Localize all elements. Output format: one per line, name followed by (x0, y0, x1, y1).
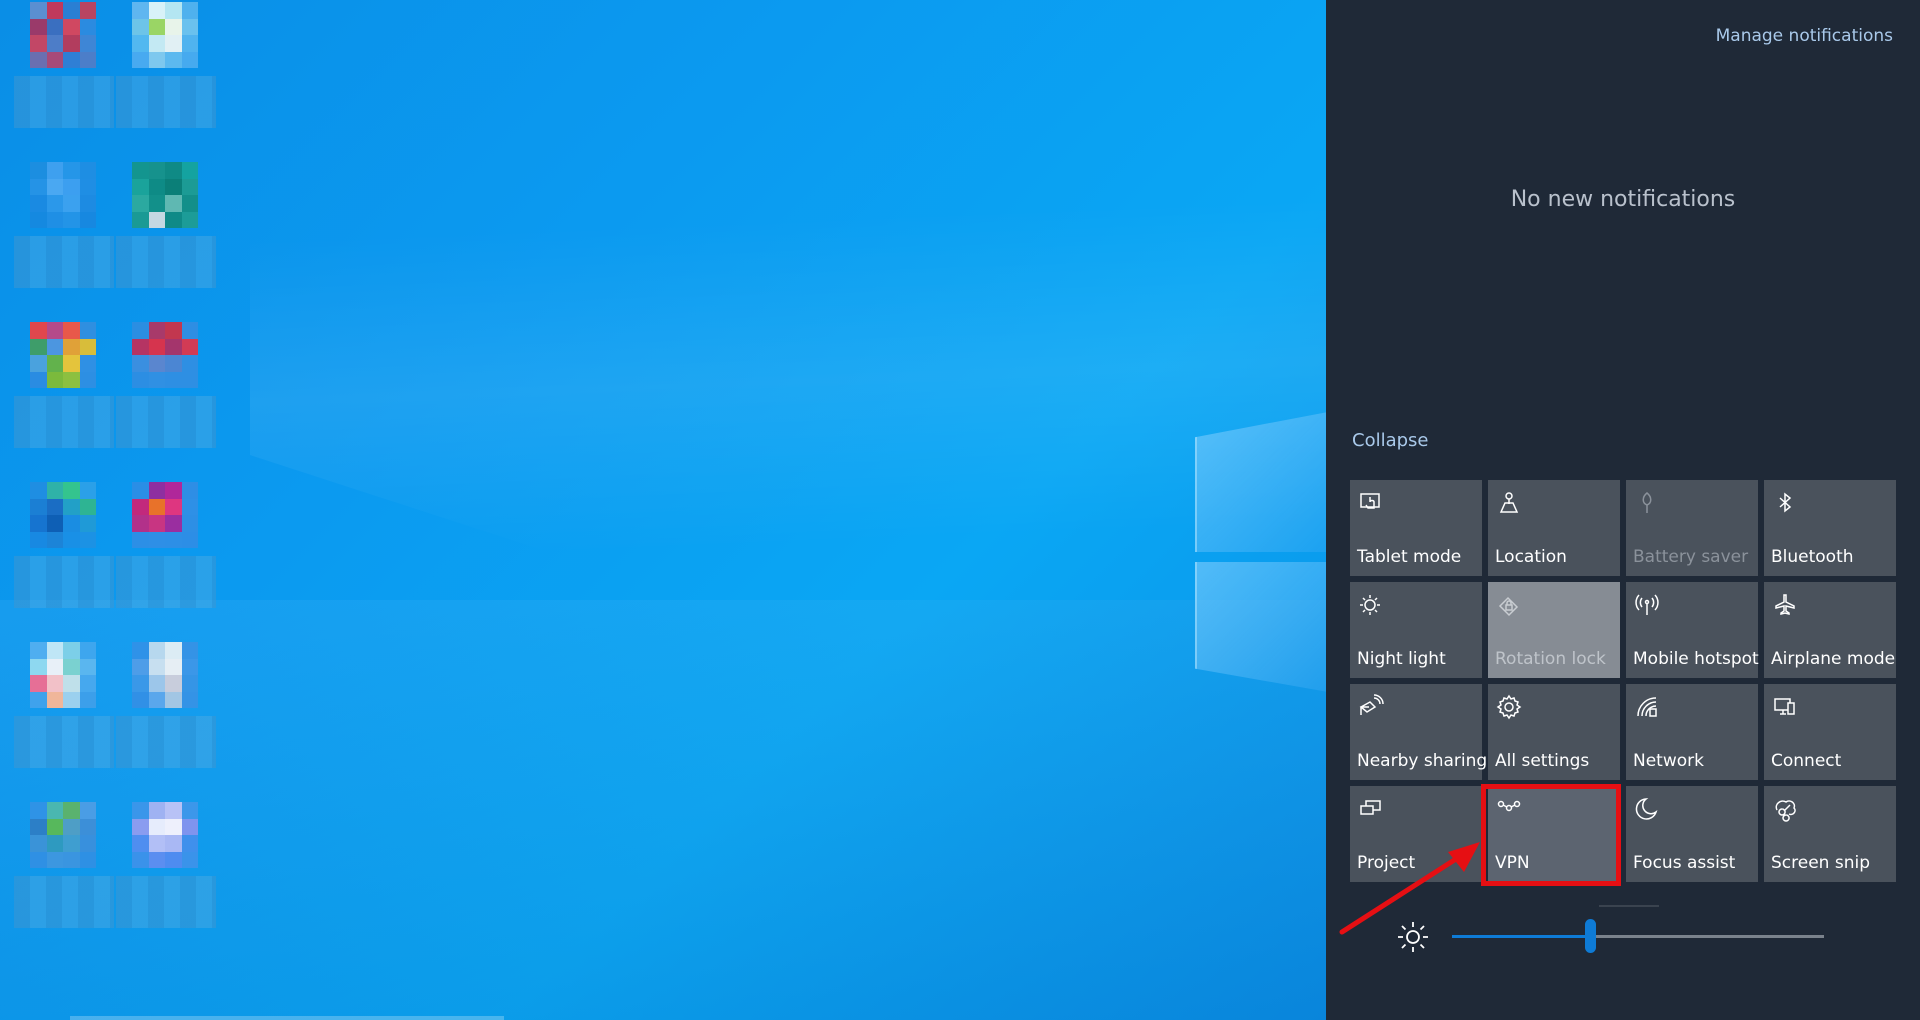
tablet-mode-icon (1358, 490, 1384, 516)
desktop-icon[interactable] (116, 2, 216, 132)
desktop-icon[interactable] (14, 802, 114, 932)
tile-label: Airplane mode (1771, 649, 1896, 669)
desktop-icon-label-blurred (14, 556, 114, 608)
tile-screen-snip[interactable]: Screen snip (1764, 786, 1896, 882)
brightness-slider-thumb[interactable] (1585, 919, 1596, 953)
tile-tablet-mode[interactable]: Tablet mode (1350, 480, 1482, 576)
tile-connect[interactable]: Connect (1764, 684, 1896, 780)
tile-label: Screen snip (1771, 853, 1870, 873)
taskbar-edge (70, 1016, 504, 1020)
tile-label: Focus assist (1633, 853, 1736, 873)
desktop-icon-image (30, 642, 96, 708)
tile-label: Nearby sharing (1357, 751, 1488, 771)
location-icon (1496, 490, 1522, 516)
tile-night-light[interactable]: Night light (1350, 582, 1482, 678)
tile-label: Location (1495, 547, 1567, 567)
connect-icon (1772, 694, 1798, 720)
desktop-icon-image (30, 2, 96, 68)
screen-snip-icon (1772, 796, 1798, 822)
tile-label: Project (1357, 853, 1416, 873)
desktop-icon-image (132, 322, 198, 388)
nearby-sharing-icon (1358, 694, 1384, 720)
tile-mobile-hotspot[interactable]: Mobile hotspot (1626, 582, 1759, 678)
desktop-icon[interactable] (116, 482, 216, 612)
bluetooth-icon (1772, 490, 1798, 516)
desktop-icon[interactable] (14, 2, 114, 132)
tile-label: Mobile hotspot (1633, 649, 1759, 669)
desktop-icon-label-blurred (116, 556, 216, 608)
desktop-icon-image (30, 162, 96, 228)
airplane-icon (1772, 592, 1798, 618)
tile-focus-assist[interactable]: Focus assist (1626, 786, 1758, 882)
desktop-icon[interactable] (14, 162, 114, 292)
brightness-sun-icon (1398, 922, 1428, 952)
desktop-icon-image (30, 802, 96, 868)
desktop-icon-image (30, 322, 96, 388)
manage-notifications-link[interactable]: Manage notifications (1716, 26, 1893, 46)
night-light-icon (1358, 592, 1384, 618)
desktop-icon-label-blurred (116, 236, 216, 288)
project-icon (1358, 796, 1384, 822)
desktop-icon-label-blurred (14, 396, 114, 448)
action-center-panel: Manage notifications No new notification… (1326, 0, 1920, 1020)
desktop-icon[interactable] (116, 802, 216, 932)
battery-saver-icon (1634, 490, 1660, 516)
tile-label: Connect (1771, 751, 1842, 771)
tile-rotation-lock[interactable]: Rotation lock (1488, 582, 1620, 678)
tile-label: Rotation lock (1495, 649, 1606, 669)
desktop-icon-label-blurred (14, 236, 114, 288)
tile-vpn[interactable]: VPN (1488, 786, 1620, 882)
tile-battery-saver[interactable]: Battery saver (1626, 480, 1758, 576)
desktop-icon-image (132, 162, 198, 228)
gear-icon (1496, 694, 1522, 720)
desktop-icon-image (132, 2, 198, 68)
panel-separator (1599, 905, 1659, 907)
desktop-icon-label-blurred (116, 716, 216, 768)
no-notifications-text: No new notifications (1510, 187, 1736, 212)
desktop-icon[interactable] (14, 322, 114, 452)
desktop-background (0, 0, 1326, 1020)
brightness-slider-fill (1452, 935, 1590, 938)
brightness-slider[interactable] (1452, 919, 1824, 953)
rotation-lock-icon (1496, 592, 1522, 618)
tile-airplane-mode[interactable]: Airplane mode (1764, 582, 1896, 678)
vpn-icon (1496, 796, 1522, 822)
desktop-icon-image (30, 482, 96, 548)
tile-network[interactable]: Network (1626, 684, 1758, 780)
tile-label: Night light (1357, 649, 1446, 669)
desktop-icon-label-blurred (116, 876, 216, 928)
tile-project[interactable]: Project (1350, 786, 1482, 882)
desktop-icon[interactable] (116, 162, 216, 292)
desktop-icon-image (132, 482, 198, 548)
desktop-icon[interactable] (116, 642, 216, 772)
tile-bluetooth[interactable]: Bluetooth (1764, 480, 1896, 576)
desktop-icon-label-blurred (14, 716, 114, 768)
desktop-icon-label-blurred (116, 76, 216, 128)
desktop-icon[interactable] (14, 642, 114, 772)
tile-label: Bluetooth (1771, 547, 1854, 567)
moon-icon (1634, 796, 1660, 822)
tile-label: Tablet mode (1357, 547, 1462, 567)
network-icon (1634, 694, 1660, 720)
collapse-link[interactable]: Collapse (1352, 430, 1429, 451)
tile-all-settings[interactable]: All settings (1488, 684, 1620, 780)
desktop-icon-label-blurred (116, 396, 216, 448)
desktop-icon[interactable] (14, 482, 114, 612)
desktop-icon-image (132, 642, 198, 708)
tile-label: All settings (1495, 751, 1590, 771)
tile-label: Battery saver (1633, 547, 1749, 567)
desktop-icon-label-blurred (14, 876, 114, 928)
desktop-icon-label-blurred (14, 76, 114, 128)
desktop-icon-image (132, 802, 198, 868)
mobile-hotspot-icon (1634, 592, 1660, 618)
tile-label: Network (1633, 751, 1704, 771)
quick-actions-grid: Tablet mode Location Battery saver Bluet… (1350, 480, 1898, 882)
tile-nearby-sharing[interactable]: Nearby sharing (1350, 684, 1487, 780)
tile-label: VPN (1495, 853, 1530, 873)
desktop-icon[interactable] (116, 322, 216, 452)
tile-location[interactable]: Location (1488, 480, 1620, 576)
